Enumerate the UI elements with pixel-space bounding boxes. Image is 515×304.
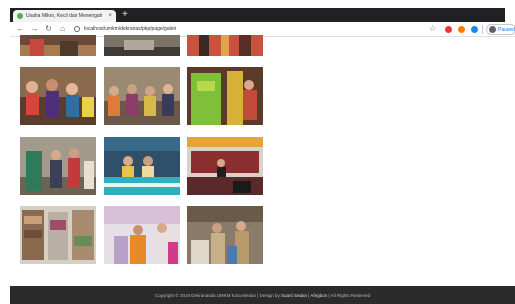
profile-label: Paused [498, 26, 515, 33]
extension-icon[interactable] [445, 26, 452, 33]
gallery-photo[interactable] [187, 137, 263, 195]
gallery-photo[interactable] [104, 137, 180, 195]
avatar [489, 26, 496, 33]
gallery-photo[interactable] [104, 35, 180, 56]
footer-separator: | Design by [256, 292, 281, 298]
gallery-photo[interactable] [20, 206, 96, 264]
forward-arrow-icon[interactable]: → [30, 24, 39, 34]
tab-galeri[interactable]: Usaha Mikro, Kecil dan Menengah × [13, 10, 116, 22]
close-icon[interactable]: × [108, 13, 112, 19]
photo-gallery [0, 35, 515, 287]
footer-text: Copyright © 2019 Dekranasda UMKM Kota Me… [155, 293, 370, 298]
info-icon[interactable] [74, 26, 80, 32]
gallery-photo[interactable] [20, 35, 96, 56]
toolbar-divider [482, 25, 483, 34]
extension-icon[interactable] [458, 26, 465, 33]
gallery-photo[interactable] [104, 67, 180, 125]
gallery-photo[interactable] [187, 35, 263, 56]
url-text[interactable]: localhost/umkm/dekranas/pkp/page/galeri [84, 26, 176, 32]
footer-rights: | All Rights Reserved [327, 292, 371, 298]
footer-developer-link[interactable]: Afegbon [310, 293, 327, 298]
gallery-photo[interactable] [187, 206, 263, 264]
browser-window: Usaha Mikro, Kecil dan Menengah × + ← → … [0, 0, 515, 304]
gallery-photo[interactable] [20, 67, 96, 125]
footer-designer-link[interactable]: Suarti Sedan [281, 293, 307, 298]
site-footer: Copyright © 2019 Dekranasda UMKM Kota Me… [10, 286, 515, 304]
gallery-photo[interactable] [20, 137, 96, 195]
home-icon[interactable]: ⌂ [58, 24, 67, 34]
reload-icon[interactable]: ↻ [44, 24, 53, 34]
tab-title: Usaha Mikro, Kecil dan Menengah [26, 13, 103, 19]
extension-icon[interactable] [471, 26, 478, 33]
favicon-icon [17, 13, 23, 19]
profile-button[interactable]: Paused [486, 24, 515, 35]
gallery-photo[interactable] [104, 206, 180, 264]
gallery-photo[interactable] [187, 67, 263, 125]
footer-copyright: Copyright © 2019 Dekranasda UMKM Kota Me… [154, 292, 257, 298]
star-icon[interactable]: ☆ [429, 24, 436, 34]
address-bar[interactable]: localhost/umkm/dekranas/pkp/page/galeri [74, 24, 424, 34]
tab-strip: Usaha Mikro, Kecil dan Menengah × + [10, 8, 505, 22]
back-arrow-icon[interactable]: ← [16, 24, 25, 34]
new-tab-button[interactable]: + [122, 9, 128, 21]
